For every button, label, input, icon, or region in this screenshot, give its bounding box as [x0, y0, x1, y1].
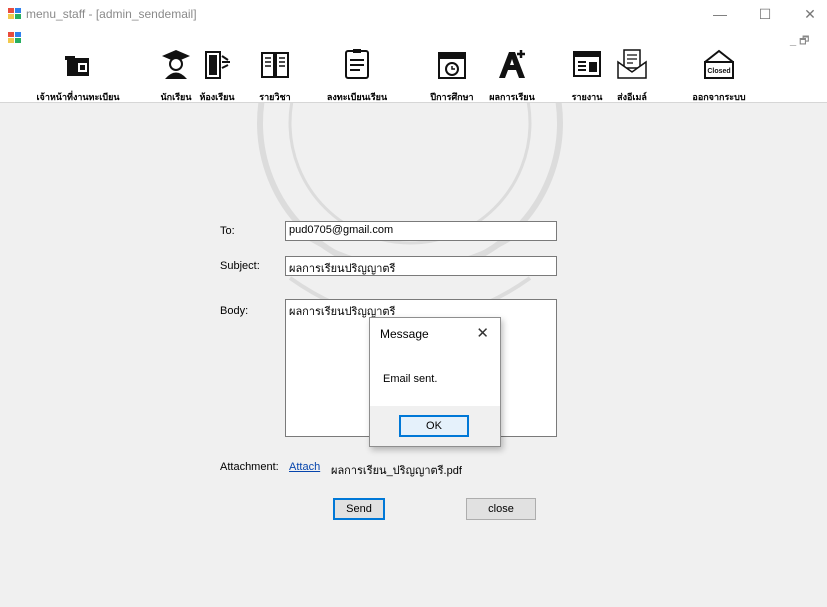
staff-icon [65, 56, 89, 76]
attach-link[interactable]: Attach [289, 461, 320, 473]
classroom-icon [205, 51, 230, 79]
send-button[interactable]: Send [333, 498, 385, 520]
toolbar-send-email[interactable]: ส่งอีเมล์ [613, 48, 651, 102]
close-window-button[interactable]: ✕ [795, 4, 825, 24]
register-icon [345, 49, 369, 79]
attachment-filename: ผลการเรียน_ปริญญาตรี.pdf [331, 465, 462, 477]
subject-field[interactable]: ผลการเรียนปริญญาตรี [285, 256, 557, 276]
to-field[interactable]: pud0705@gmail.com [285, 221, 557, 241]
app-icon [8, 8, 22, 20]
dialog-title: Message [380, 327, 429, 341]
mail-icon [617, 49, 647, 79]
toolbar-registration[interactable]: ลงทะเบียนเรียน [327, 48, 387, 102]
main-toolbar: เจ้าหน้าที่งานทะเบียน นักเรียน ห้องเรียน… [0, 46, 827, 103]
toolbar-classrooms[interactable]: ห้องเรียน [198, 48, 236, 102]
dialog-close-button[interactable]: ✕ [476, 324, 489, 342]
title-bar: menu_staff - [admin_sendemail] — ☐ ✕ [0, 0, 827, 30]
maximize-button[interactable]: ☐ [750, 4, 780, 24]
subject-label: Subject: [220, 260, 260, 272]
window-title: menu_staff - [admin_sendemail] [26, 7, 197, 21]
graduate-icon [162, 50, 190, 79]
to-label: To: [220, 225, 235, 237]
mdi-menu-row: _ 🗗 [0, 30, 827, 47]
toolbar-label: ส่งอีเมล์ [617, 92, 647, 102]
toolbar-label: ออกจากระบบ [692, 92, 746, 102]
body-label: Body: [220, 305, 249, 317]
minimize-button[interactable]: — [705, 4, 735, 24]
toolbar-label: รายวิชา [259, 92, 291, 102]
toolbar-label: ลงทะเบียนเรียน [326, 92, 388, 102]
book-icon [261, 52, 289, 78]
close-button[interactable]: close [466, 498, 536, 520]
report-icon [573, 51, 601, 77]
logout-icon: Closed [704, 49, 734, 79]
toolbar-label: เจ้าหน้าที่งานทะเบียน [36, 92, 120, 102]
dialog-message: Email sent. [383, 373, 438, 385]
grade-icon [499, 50, 525, 78]
svg-text:Closed: Closed [707, 68, 730, 75]
toolbar-logout[interactable]: Closed ออกจากระบบ [692, 48, 746, 102]
message-dialog: Message ✕ Email sent. OK [369, 317, 501, 447]
toolbar-subjects[interactable]: รายวิชา [258, 48, 292, 102]
attachment-label: Attachment: [220, 461, 279, 473]
toolbar-staff[interactable]: เจ้าหน้าที่งานทะเบียน [36, 48, 120, 102]
child-window-icon [8, 32, 22, 44]
dialog-footer: OK [370, 406, 500, 446]
ok-button[interactable]: OK [399, 415, 469, 437]
calendar-icon [438, 52, 466, 79]
toolbar-label: ผลการเรียน [489, 92, 535, 102]
toolbar-results[interactable]: ผลการเรียน [487, 48, 537, 102]
